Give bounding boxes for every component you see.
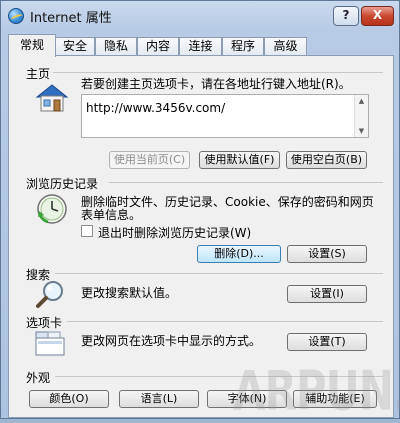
browsing-history-description-line2: 表单信息。 bbox=[81, 208, 142, 222]
use-blank-button[interactable]: 使用空白页(B) bbox=[286, 151, 367, 169]
tabs-description: 更改网页在选项卡中显示的方式。 bbox=[81, 334, 262, 348]
group-divider bbox=[109, 182, 383, 183]
house-icon bbox=[35, 83, 69, 116]
home-page-url: http://www.3456v.com/ bbox=[86, 101, 226, 115]
home-page-description: 若要创建主页选项卡，请在各地址行键入地址(R)。 bbox=[81, 77, 351, 91]
group-divider bbox=[67, 321, 383, 322]
clock-icon bbox=[36, 193, 68, 228]
browsing-history-group-title: 浏览历史记录 bbox=[26, 177, 99, 191]
search-settings-button[interactable]: 设置(I) bbox=[287, 285, 367, 303]
home-page-group-title: 主页 bbox=[26, 67, 51, 81]
group-divider bbox=[55, 273, 383, 274]
search-description: 更改搜索默认值。 bbox=[81, 286, 178, 300]
home-page-url-textarea[interactable]: http://www.3456v.com/ ▲ ▼ bbox=[81, 94, 369, 138]
use-default-button[interactable]: 使用默认值(F) bbox=[199, 151, 280, 169]
scroll-up-icon[interactable]: ▲ bbox=[355, 95, 368, 107]
appearance-group-title: 外观 bbox=[26, 371, 51, 385]
internet-explorer-icon bbox=[8, 8, 24, 24]
tab-programs[interactable]: 程序 bbox=[222, 37, 264, 56]
close-button[interactable]: X bbox=[361, 6, 394, 26]
browsing-history-description-line1: 删除临时文件、历史记录、Cookie、保存的密码和网页 bbox=[81, 195, 374, 209]
delete-on-exit-checkbox[interactable] bbox=[81, 225, 93, 237]
tab-privacy[interactable]: 隐私 bbox=[95, 37, 137, 56]
delete-on-exit-label: 退出时删除浏览历史记录(W) bbox=[98, 226, 252, 240]
site-watermark: ARPUN.COM bbox=[233, 359, 400, 423]
help-button[interactable]: ? bbox=[333, 6, 359, 26]
tabs-settings-button[interactable]: 设置(T) bbox=[287, 333, 367, 351]
use-current-page-button[interactable]: 使用当前页(C) bbox=[109, 151, 190, 169]
url-scrollbar[interactable]: ▲ ▼ bbox=[354, 95, 368, 137]
internet-properties-window: Internet 属性 ? X 常规 安全 隐私 内容 连接 程序 高级 主页 … bbox=[0, 0, 400, 423]
magnifier-icon bbox=[36, 279, 66, 312]
languages-button[interactable]: 语言(L) bbox=[119, 390, 199, 408]
group-divider bbox=[53, 72, 383, 73]
tab-advanced[interactable]: 高级 bbox=[264, 37, 307, 56]
tab-content[interactable]: 内容 bbox=[137, 37, 179, 56]
scroll-down-icon[interactable]: ▼ bbox=[355, 125, 368, 137]
colors-button[interactable]: 颜色(O) bbox=[29, 390, 109, 408]
delete-history-button[interactable]: 删除(D)... bbox=[197, 245, 281, 263]
tab-security[interactable]: 安全 bbox=[55, 37, 95, 56]
tab-general[interactable]: 常规 bbox=[8, 34, 56, 57]
tab-strip: 常规 安全 隐私 内容 连接 程序 高级 bbox=[8, 34, 394, 57]
tab-connections[interactable]: 连接 bbox=[179, 37, 222, 56]
history-settings-button[interactable]: 设置(S) bbox=[287, 245, 367, 263]
tabs-window-icon bbox=[34, 329, 66, 360]
window-title: Internet 属性 bbox=[30, 11, 112, 26]
title-bar[interactable]: Internet 属性 ? X bbox=[1, 1, 399, 33]
